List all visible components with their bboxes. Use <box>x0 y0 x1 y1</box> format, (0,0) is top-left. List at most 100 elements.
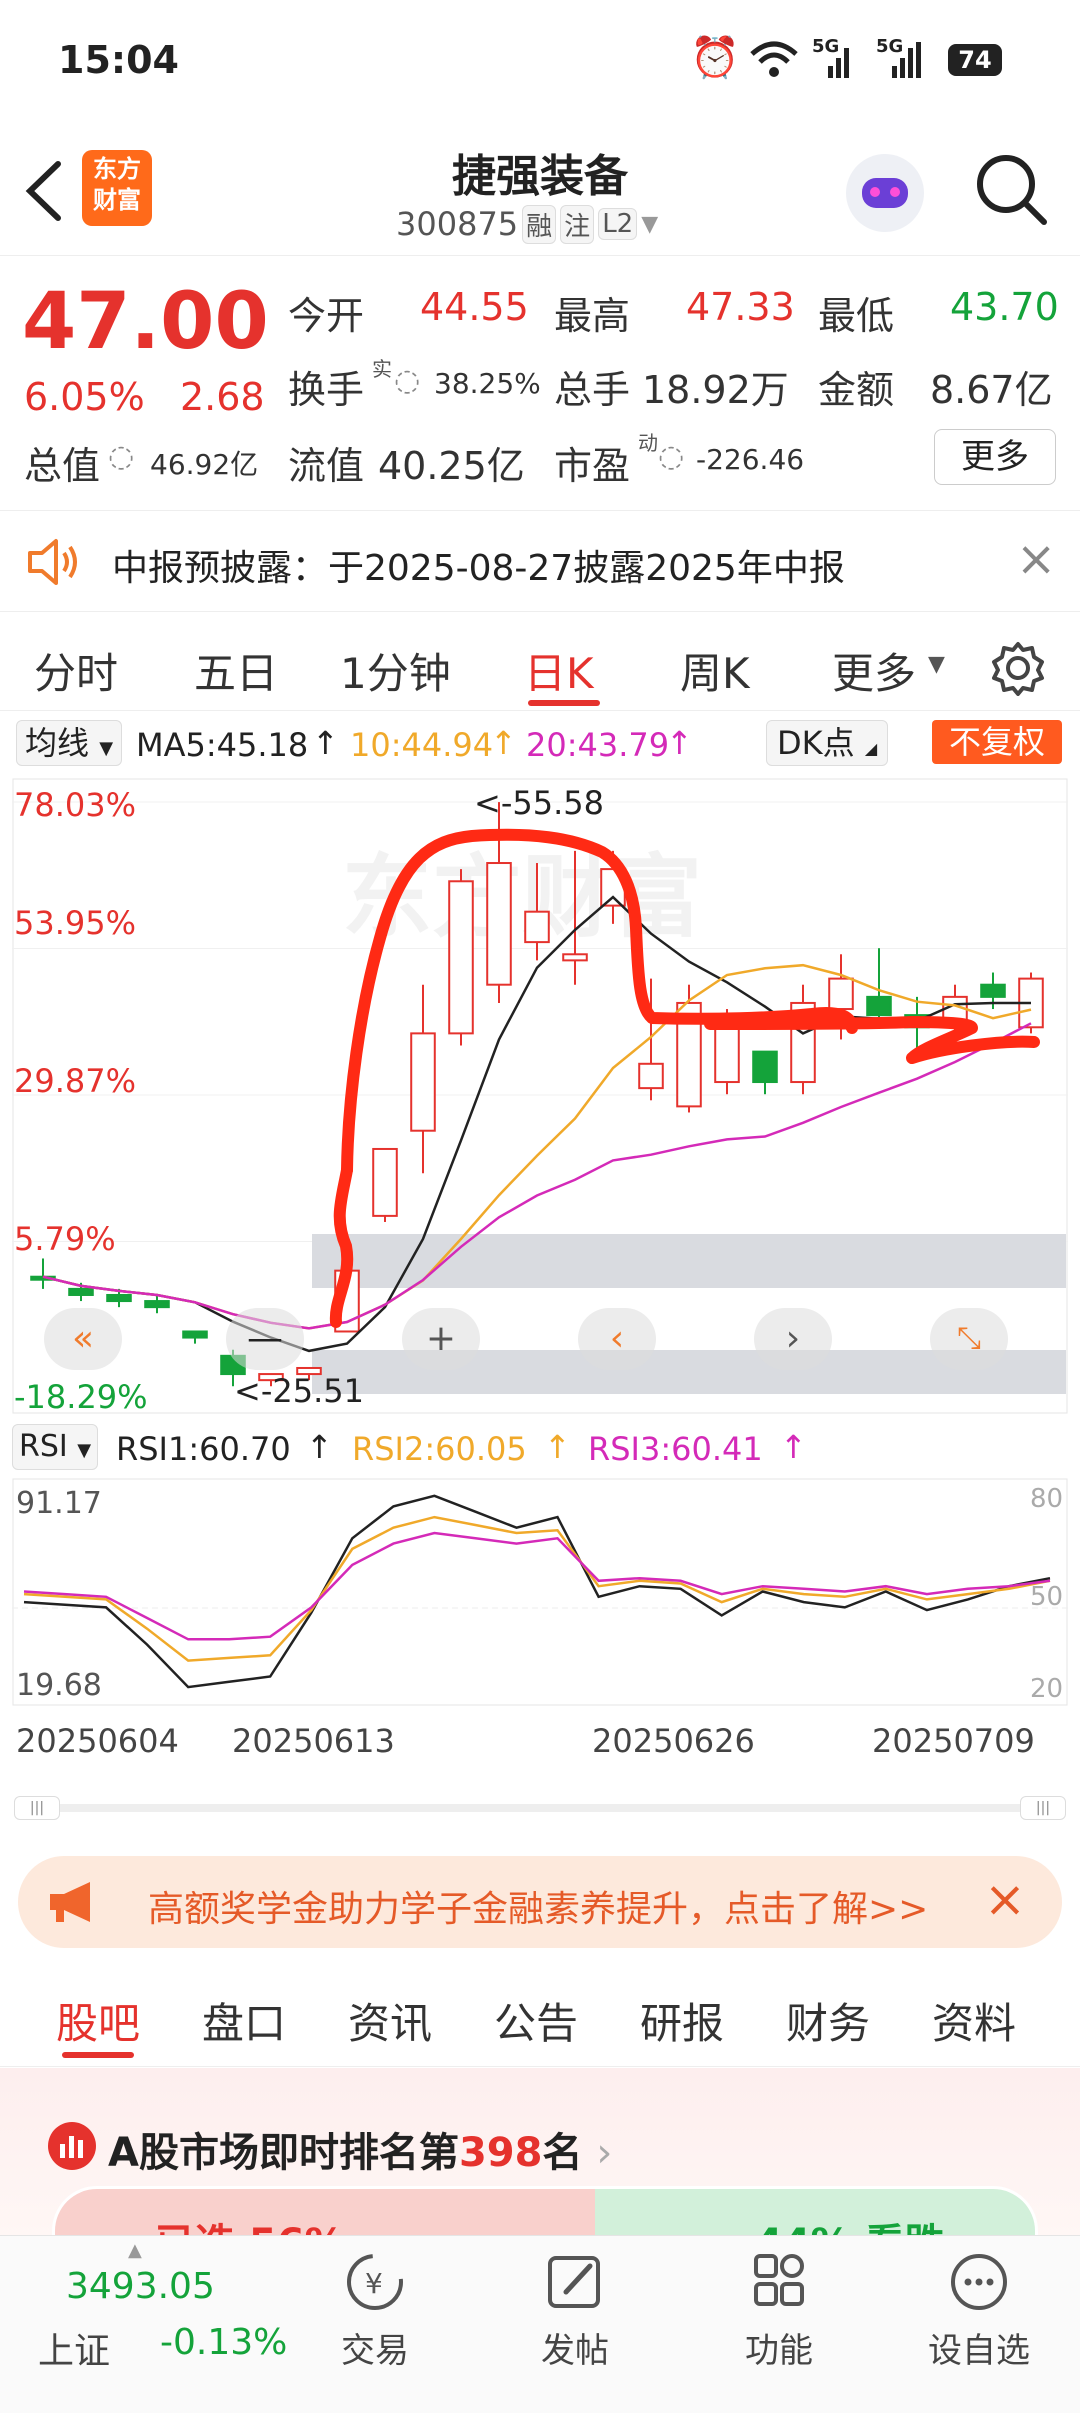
close-icon[interactable]: × <box>1016 531 1056 587</box>
edit-icon <box>548 2256 600 2308</box>
ranking-text[interactable]: A股市场即时排名第398名 › <box>108 2120 612 2178</box>
volume-value: 18.92万 <box>642 368 789 412</box>
nav-trade[interactable]: ¥ 交易 <box>300 2250 450 2372</box>
back-icon[interactable] <box>22 158 66 224</box>
chevron-right-icon[interactable]: › <box>754 1308 832 1370</box>
dk-point-toggle[interactable]: DK点 ◢ <box>766 720 889 766</box>
search-icon[interactable] <box>972 150 1052 230</box>
date-label: 20250613 <box>232 1722 395 1760</box>
amount-value: 8.67亿 <box>930 368 1053 412</box>
tab-research[interactable]: 研报 <box>640 1990 724 2051</box>
ranking-number: 398 <box>458 2130 543 2176</box>
tab-one-minute[interactable]: 1分钟 <box>340 640 451 701</box>
badge-l2: L2 <box>598 208 638 240</box>
ranking-section: A股市场即时排名第398名 › 已选 56% 44% 看跌 <box>0 2068 1080 2235</box>
tab-intraday[interactable]: 分时 <box>34 640 118 701</box>
section-tabs: 股吧 盘口 资讯 公告 研报 财务 资料 <box>0 1966 1080 2067</box>
speaker-icon <box>28 539 77 585</box>
kline-chart: 东方财富 <box>12 778 1068 1414</box>
rsi-selector-label: RSI <box>19 1429 68 1464</box>
up-arrow-icon: ↑ <box>666 724 693 762</box>
chevron-left-icon[interactable]: ‹ <box>578 1308 656 1370</box>
tab-weekly-k[interactable]: 周K <box>680 640 750 701</box>
date-axis: 20250604 20250613 20250626 20250709 <box>0 1712 1080 1762</box>
market-cap-label: 总值 <box>24 444 101 488</box>
rsi-selector[interactable]: RSI ▼ <box>12 1424 99 1470</box>
up-arrow-icon: ↑ <box>306 1428 333 1466</box>
report-notice-bar[interactable]: 中报预披露：于2025-08-27披露2025年中报 × <box>0 510 1080 612</box>
zoom-out-icon[interactable]: — <box>226 1308 304 1370</box>
gear-icon[interactable] <box>990 640 1046 696</box>
tab-forum[interactable]: 股吧 <box>56 1990 140 2051</box>
fullscreen-icon[interactable]: ⤡ <box>930 1308 1008 1370</box>
nav-add-watchlist[interactable]: 设自选 <box>904 2250 1054 2372</box>
scrollbar-handle-left[interactable]: ||| <box>14 1796 60 1820</box>
alarm-icon: ⏰ <box>690 35 740 81</box>
candle-body <box>524 910 550 944</box>
current-price: 47.00 <box>22 277 269 367</box>
change-percent: 6.05% <box>24 375 145 419</box>
rsi-axis-label: 50 <box>1030 1582 1064 1612</box>
rsi1-value: RSI1:60.70 <box>116 1430 291 1468</box>
tab-daily-k[interactable]: 日K <box>524 640 594 701</box>
scrollbar-handle-right[interactable]: ||| <box>1020 1796 1066 1820</box>
nav-post[interactable]: 发帖 <box>500 2250 650 2372</box>
robot-assistant-icon[interactable] <box>846 154 924 232</box>
megaphone-icon <box>50 1882 90 1922</box>
float-cap-label: 流值 <box>288 444 365 488</box>
nav-add-watchlist-label: 设自选 <box>928 2331 1030 2371</box>
close-icon[interactable]: × <box>984 1870 1026 1928</box>
info-icon[interactable]: ◌ <box>658 439 684 474</box>
rsi-chart-area[interactable]: 91.17 19.68 80 50 20 <box>12 1478 1068 1708</box>
app-logo[interactable]: 东方 财富 <box>82 150 152 226</box>
up-arrow-icon: ↑ <box>312 724 339 762</box>
candle-body <box>410 1032 436 1132</box>
pe-sup: 动 <box>638 431 658 455</box>
rsi-axis-label: 91.17 <box>16 1486 102 1521</box>
open-label: 今开 <box>288 294 365 338</box>
ma10-value: 10:44.94 <box>350 726 494 764</box>
chart-range-scrollbar[interactable]: ||| ||| <box>14 1796 1066 1820</box>
rsi2-value: RSI2:60.05 <box>352 1430 527 1468</box>
nav-functions[interactable]: 功能 <box>704 2250 854 2372</box>
more-quote-button[interactable]: 更多 <box>934 429 1056 485</box>
tab-order-book[interactable]: 盘口 <box>202 1990 286 2051</box>
tab-five-day[interactable]: 五日 <box>194 640 278 701</box>
bear-label: 44% 看跌 <box>755 2211 945 2235</box>
up-arrow-icon: ↑ <box>780 1428 807 1466</box>
market-cap-value: 46.92亿 <box>150 448 259 481</box>
info-icon[interactable]: ◌ <box>108 439 134 474</box>
scrollbar-track <box>44 1804 1034 1812</box>
bar-chart-icon <box>48 2122 96 2170</box>
ma-selector-label: 均线 <box>25 724 90 762</box>
info-icon[interactable]: ◌ <box>394 363 420 398</box>
rewind-icon[interactable]: « <box>44 1308 122 1370</box>
stock-code-row[interactable]: 300875 融 注 L2 ▼ <box>396 202 658 246</box>
chevron-down-icon: ▼ <box>928 652 945 677</box>
kline-chart-area[interactable]: 东方财富 78.03% 53.95% 29.87% 5.79% -18.29% … <box>12 778 1068 1416</box>
index-value: 3493.05 <box>66 2266 215 2307</box>
ma-selector[interactable]: 均线 ▼ <box>16 720 123 766</box>
candle-body <box>448 880 474 1035</box>
amount-label: 金额 <box>818 368 895 412</box>
rsi-axis-label: 20 <box>1030 1674 1064 1704</box>
tab-profile[interactable]: 资料 <box>932 1990 1016 2051</box>
tab-more[interactable]: 更多 <box>832 640 916 701</box>
tab-financials[interactable]: 财务 <box>786 1990 870 2051</box>
sentiment-bar[interactable]: 已选 56% 44% 看跌 <box>52 2186 1038 2235</box>
battery-icon: 74 <box>948 44 1002 76</box>
index-ticker[interactable]: ▲ 3493.05 上证 -0.13% <box>0 2236 287 2413</box>
low-label: 最低 <box>818 294 895 338</box>
tab-news[interactable]: 资讯 <box>348 1990 432 2051</box>
candle-body <box>144 1300 170 1309</box>
quote-panel: 47.00 6.05% 2.68 今开 44.55 最高 47.33 最低 43… <box>0 255 1080 510</box>
zoom-in-icon[interactable]: + <box>402 1308 480 1370</box>
promo-banner[interactable]: 高额奖学金助力学子金融素养提升，点击了解>> × <box>18 1856 1062 1948</box>
y-axis-label: 29.87% <box>14 1062 137 1100</box>
adjust-toggle-button[interactable]: 不复权 <box>932 720 1062 764</box>
promo-text: 高额奖学金助力学子金融素养提升，点击了解>> <box>148 1889 929 1930</box>
turnover-value: 38.25% <box>434 367 541 400</box>
volume-label: 总手 <box>554 368 631 412</box>
tab-announcements[interactable]: 公告 <box>494 1990 578 2051</box>
pe-label: 市盈 <box>554 444 631 488</box>
